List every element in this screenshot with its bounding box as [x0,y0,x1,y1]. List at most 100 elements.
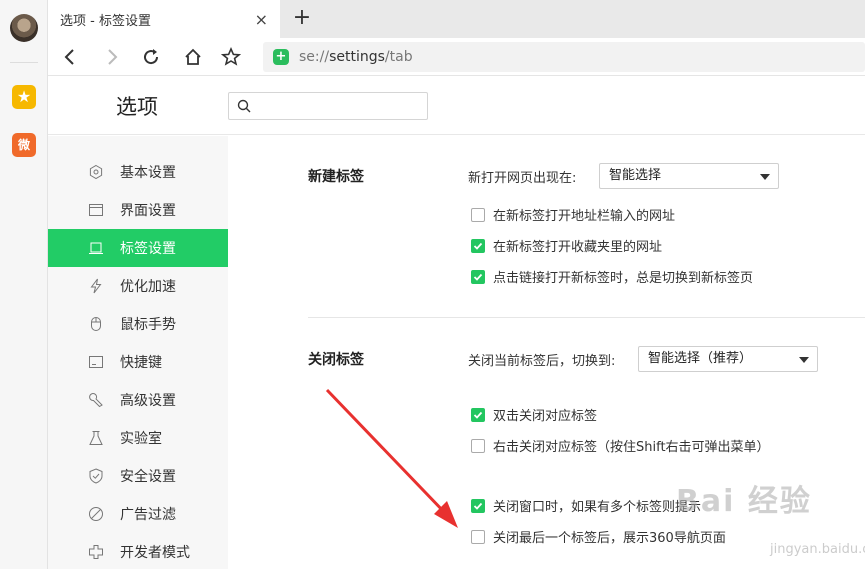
open-position-label: 新打开网页出现在: [468,171,577,186]
sidebar-item-label: 界面设置 [120,203,176,219]
page-title: 选项 [116,95,158,119]
new-tab-button[interactable]: + [288,4,316,32]
sidebar-item-interface[interactable]: 界面设置 [48,191,228,229]
tab-strip: 选项 - 标签设置 × + [48,0,865,38]
block-icon [88,506,104,522]
checkbox-checked[interactable] [471,238,485,253]
option-show-360-nav[interactable]: 关闭最后一个标签后，展示360导航页面 [471,527,726,546]
open-position-value: 智能选择 [609,168,662,183]
switch-after-close-select[interactable]: 智能选择（推荐） [638,346,818,372]
sidebar-item-label: 优化加速 [120,279,176,295]
sidebar-item-tabs[interactable]: 标签设置 [48,229,228,267]
checkbox[interactable] [471,207,485,222]
sidebar-item-gestures[interactable]: 鼠标手势 [48,305,228,343]
close-icon[interactable]: × [255,10,268,29]
option-label: 在新标签打开地址栏输入的网址 [493,209,676,224]
avatar[interactable] [10,14,38,42]
checkbox[interactable] [471,438,485,453]
option-switch-to-new-tab[interactable]: 点击链接打开新标签时，总是切换到新标签页 [471,267,753,286]
check-icon [473,411,483,419]
flask-icon [88,430,104,446]
option-label: 点击链接打开新标签时，总是切换到新标签页 [493,271,754,286]
sidebar-item-label: 基本设置 [120,165,176,181]
shield-check-icon [88,468,104,484]
option-label: 关闭窗口时，如果有多个标签则提示 [493,500,702,515]
mouse-icon [88,316,104,332]
arrow-right-icon [108,49,118,65]
section-divider [308,317,865,318]
watermark: Bai 经验 [676,484,812,519]
sidebar-item-adblock[interactable]: 广告过滤 [48,495,228,533]
sidebar-item-optimize[interactable]: 优化加速 [48,267,228,305]
left-rail: ★ 微 [0,0,48,569]
sidebar-item-advanced[interactable]: 高级设置 [48,381,228,419]
checkbox[interactable] [471,529,485,544]
settings-header: 选项 [48,77,865,135]
sidebar-item-label: 广告过滤 [120,507,176,523]
check-icon [473,242,483,250]
chevron-down-icon [760,174,770,180]
option-label: 在新标签打开收藏夹里的网址 [493,240,663,255]
search-icon [237,99,251,113]
url-text: se://settings/tab [299,49,413,65]
sidebar-item-shortcuts[interactable]: 快捷键 [48,343,228,381]
sidebar-item-label: 开发者模式 [120,545,190,561]
option-right-click-close[interactable]: 右击关闭对应标签（按住Shift右击可弹出菜单） [471,436,770,455]
sidebar-item-label: 实验室 [120,431,162,447]
sidebar-item-security[interactable]: 安全设置 [48,457,228,495]
tab-settings[interactable]: 选项 - 标签设置 × [48,0,280,38]
option-confirm-close-window[interactable]: 关闭窗口时，如果有多个标签则提示 [471,496,701,515]
lightning-icon [88,278,104,294]
keyboard-icon [88,354,104,370]
sidebar-item-developer[interactable]: 开发者模式 [48,533,228,569]
weibo-icon[interactable]: 微 [12,133,36,157]
search-box[interactable] [228,92,428,120]
option-label: 关闭最后一个标签后，展示360导航页面 [493,531,726,546]
checkbox-checked[interactable] [471,407,485,422]
sidebar-item-lab[interactable]: 实验室 [48,419,228,457]
check-icon [473,502,483,510]
switch-after-close-label: 关闭当前标签后，切换到: [468,354,616,369]
puzzle-icon [88,544,104,560]
checkbox-checked[interactable] [471,498,485,513]
option-double-click-close[interactable]: 双击关闭对应标签 [471,405,597,424]
chevron-down-icon [799,357,809,363]
option-label: 双击关闭对应标签 [493,409,598,424]
option-address-bar-new-tab[interactable]: 在新标签打开地址栏输入的网址 [471,205,675,224]
settings-sidebar: 基本设置 界面设置 标签设置 优化加速 鼠标手势 快捷键 高级设置 实验室 安全… [48,136,228,569]
back-button[interactable] [56,43,84,71]
wrench-icon [88,392,104,408]
option-label: 右击关闭对应标签（按住Shift右击可弹出菜单） [493,440,770,455]
sidebar-item-label: 快捷键 [120,355,162,371]
sidebar-item-label: 高级设置 [120,393,176,409]
tab-title: 选项 - 标签设置 [60,13,151,29]
switch-after-close-value: 智能选择（推荐） [648,351,753,366]
arrow-left-icon [64,49,74,65]
search-input[interactable] [257,98,417,114]
tab-icon [88,240,104,256]
home-button[interactable] [179,43,207,71]
reload-button[interactable] [137,43,165,71]
window-icon [88,202,104,218]
watermark-url: jingyan.baidu.com [770,542,865,557]
sidebar-item-label: 安全设置 [120,469,176,485]
open-position-select[interactable]: 智能选择 [599,163,779,189]
forward-button[interactable] [98,43,126,71]
address-bar[interactable]: + se://settings/tab [263,42,865,72]
checkbox-checked[interactable] [471,269,485,284]
sidebar-item-label: 标签设置 [120,241,176,257]
home-icon [185,48,201,65]
bookmark-button[interactable] [217,43,245,71]
star-icon[interactable]: ★ [12,85,36,109]
rail-divider [10,62,38,63]
sidebar-item-basic[interactable]: 基本设置 [48,153,228,191]
section-title-close-tab: 关闭标签 [308,352,364,368]
section-title-new-tab: 新建标签 [308,169,364,185]
sidebar-item-label: 鼠标手势 [120,317,176,333]
star-outline-icon [220,47,242,66]
gear-icon [88,164,104,180]
option-bookmark-new-tab[interactable]: 在新标签打开收藏夹里的网址 [471,236,662,255]
check-icon [473,273,483,281]
reload-icon [144,49,159,65]
secure-shield-icon: + [273,49,289,65]
